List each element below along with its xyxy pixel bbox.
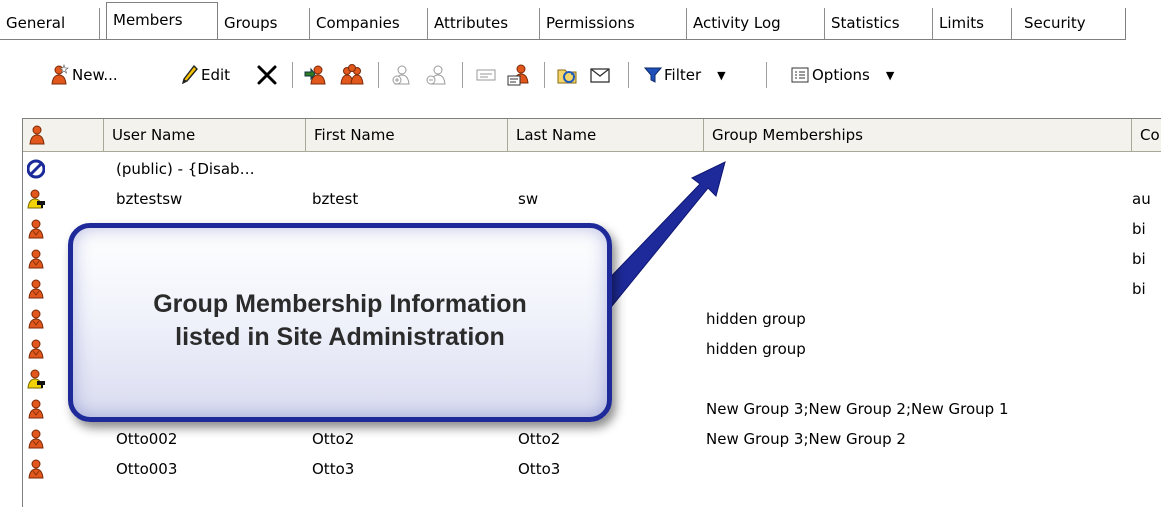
toolbar: New... Edit Filter ▼ Options ▼ <box>0 40 1161 116</box>
filter-button[interactable]: Filter ▼ <box>644 58 726 92</box>
cell-company: bi <box>1132 280 1146 298</box>
tab-groups[interactable]: Groups <box>218 8 310 40</box>
toolbar-separator <box>766 62 768 88</box>
chevron-down-icon[interactable]: ▼ <box>886 69 894 82</box>
user-icon <box>28 279 44 299</box>
delete-x-icon <box>257 65 277 85</box>
email-button[interactable] <box>588 58 612 92</box>
column-header-last-name[interactable]: Last Name <box>508 119 704 152</box>
user-key-icon <box>27 189 45 209</box>
cell-first-name: bztest <box>312 190 359 208</box>
user-key-icon <box>27 369 45 389</box>
envelope-icon <box>590 68 610 83</box>
cell-user-name: Otto002 <box>116 430 178 448</box>
list-options-icon <box>791 67 809 83</box>
funnel-icon <box>644 67 662 83</box>
column-header-group-memberships[interactable]: Group Memberships <box>704 119 1132 152</box>
tab-permissions[interactable]: Permissions <box>540 8 687 40</box>
user-properties-button[interactable] <box>506 58 532 92</box>
cell-user-name: (public) - {Disab… <box>116 160 255 178</box>
toolbar-separator <box>544 62 546 88</box>
cell-first-name: Otto2 <box>312 430 355 448</box>
column-header-icon[interactable] <box>23 119 104 152</box>
toolbar-separator <box>292 62 294 88</box>
user-transfer-icon <box>304 65 326 85</box>
table-row[interactable]: (public) - {Disab… <box>23 154 1161 184</box>
user-icon <box>28 309 44 329</box>
disabled-icon <box>27 159 45 179</box>
users-group-icon <box>340 64 364 85</box>
user-card-icon <box>507 64 529 86</box>
table-header: User Name First Name Last Name Group Mem… <box>23 119 1161 152</box>
filter-label: Filter <box>664 66 702 84</box>
chevron-down-icon[interactable]: ▼ <box>717 69 725 82</box>
cell-user-name: bztestsw <box>116 190 183 208</box>
refresh-button[interactable] <box>556 58 580 92</box>
callout-line-2: listed in Site Administration <box>175 323 505 351</box>
cell-company: au <box>1132 190 1151 208</box>
cell-company: bi <box>1132 220 1146 238</box>
cell-company: bi <box>1132 250 1146 268</box>
cell-last-name: sw <box>518 190 539 208</box>
user-icon <box>28 219 44 239</box>
user-add-disabled-icon <box>392 65 410 85</box>
table-row[interactable]: Otto002 Otto2 Otto2 New Group 3;New Group 2 <box>23 424 1161 454</box>
toolbar-separator <box>462 62 464 88</box>
tab-members[interactable]: Members <box>106 2 218 40</box>
tab-activity-log[interactable]: Activity Log <box>687 8 825 40</box>
refresh-folder-icon <box>557 69 577 84</box>
options-label: Options <box>812 66 870 84</box>
options-button[interactable]: Options ▼ <box>790 58 894 92</box>
message-button[interactable] <box>474 58 498 92</box>
cell-first-name: Otto3 <box>312 460 355 478</box>
table-row[interactable]: bztestsw bztest sw au <box>23 184 1161 214</box>
new-label: New... <box>72 66 118 84</box>
add-to-group-button[interactable] <box>390 58 414 92</box>
user-remove-disabled-icon <box>426 65 446 85</box>
new-member-button[interactable]: New... <box>50 58 118 92</box>
user-icon <box>28 399 44 419</box>
cell-group-memberships: hidden group <box>706 340 806 358</box>
toolbar-separator <box>628 62 630 88</box>
annotation-callout: Group Membership Information listed in S… <box>68 223 612 422</box>
tab-general[interactable]: General <box>0 8 100 40</box>
tab-security[interactable]: Security <box>1018 8 1118 40</box>
cell-group-memberships: New Group 3;New Group 2 <box>706 430 906 448</box>
tab-statistics[interactable]: Statistics <box>825 8 933 40</box>
callout-line-1: Group Membership Information <box>153 290 527 318</box>
user-icon <box>28 249 44 269</box>
toolbar-separator <box>378 62 380 88</box>
pencil-icon <box>181 64 198 85</box>
user-icon <box>28 459 44 479</box>
group-users-button[interactable] <box>338 58 366 92</box>
user-icon <box>28 429 44 449</box>
tab-limits[interactable]: Limits <box>933 8 1012 40</box>
remove-from-group-button[interactable] <box>424 58 448 92</box>
user-icon <box>28 339 44 359</box>
tab-divider-end <box>1125 8 1126 40</box>
cell-group-memberships: New Group 3;New Group 2;New Group 1 <box>706 400 1009 418</box>
column-header-company[interactable]: Co <box>1132 119 1161 152</box>
tab-attributes[interactable]: Attributes <box>428 8 540 40</box>
cell-user-name: Otto003 <box>116 460 178 478</box>
delete-button[interactable] <box>256 58 278 92</box>
move-user-button[interactable] <box>304 58 330 92</box>
column-header-first-name[interactable]: First Name <box>306 119 508 152</box>
user-icon <box>29 125 45 145</box>
message-disabled-icon <box>476 69 496 81</box>
table-row[interactable]: Otto003 Otto3 Otto3 <box>23 454 1161 484</box>
edit-label: Edit <box>201 66 231 84</box>
cell-last-name: Otto3 <box>518 460 561 478</box>
cell-last-name: Otto2 <box>518 430 561 448</box>
column-header-user-name[interactable]: User Name <box>104 119 306 152</box>
cell-group-memberships: hidden group <box>706 310 806 328</box>
edit-button[interactable]: Edit <box>181 58 230 92</box>
tab-companies[interactable]: Companies <box>310 8 428 40</box>
new-user-icon <box>51 64 69 85</box>
tab-bar: General Members Groups Companies Attribu… <box>0 0 1161 40</box>
